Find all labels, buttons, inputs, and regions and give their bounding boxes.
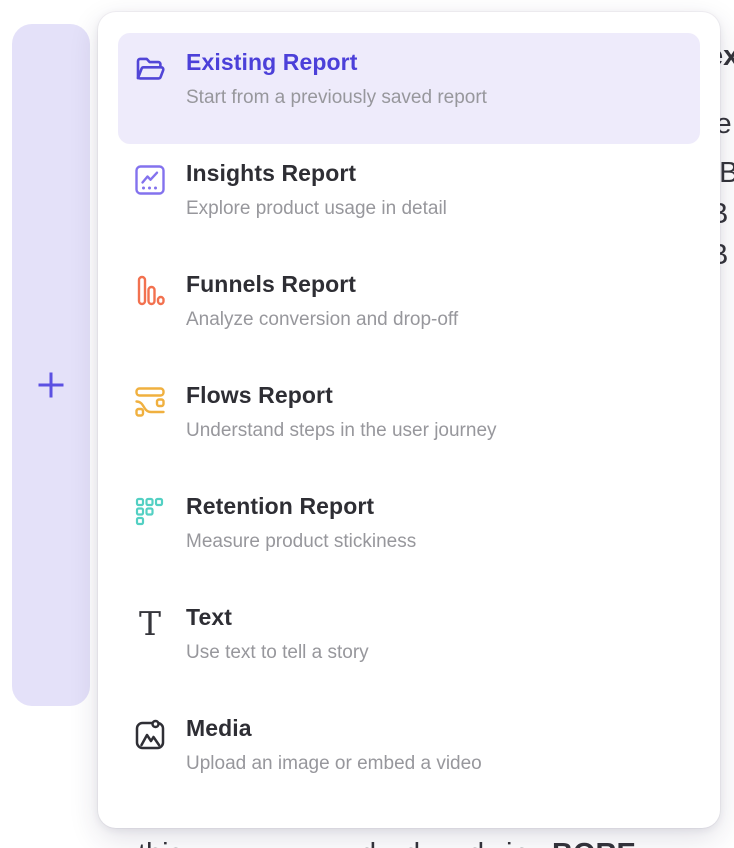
bg-text-fragment: d: [468, 838, 484, 848]
menu-item-funnels-report[interactable]: Funnels Report Analyze conversion and dr…: [118, 255, 700, 366]
menu-item-text: Funnels Report Analyze conversion and dr…: [186, 270, 458, 331]
menu-item-title: Media: [186, 714, 482, 742]
add-content-menu: Existing Report Start from a previously …: [98, 12, 720, 828]
menu-item-subtitle: Analyze conversion and drop-off: [186, 308, 458, 331]
text-icon: T: [132, 606, 168, 642]
menu-item-text: Media Upload an image or embed a video: [186, 714, 482, 775]
menu-item-text-block[interactable]: T Text Use text to tell a story: [118, 588, 700, 699]
media-image-icon: [132, 717, 168, 753]
menu-item-title: Retention Report: [186, 492, 416, 520]
menu-item-media[interactable]: Media Upload an image or embed a video: [118, 699, 700, 810]
bg-text-fragment: this: [138, 838, 183, 848]
menu-item-subtitle: Understand steps in the user journey: [186, 419, 497, 442]
menu-item-existing-report[interactable]: Existing Report Start from a previously …: [118, 33, 700, 144]
bg-text-fragment: d: [404, 838, 420, 848]
menu-item-flows-report[interactable]: Flows Report Understand steps in the use…: [118, 366, 700, 477]
menu-item-insights-report[interactable]: Insights Report Explore product usage in…: [118, 144, 700, 255]
menu-item-subtitle: Start from a previously saved report: [186, 86, 487, 109]
menu-item-retention-report[interactable]: Retention Report Measure product stickin…: [118, 477, 700, 588]
flows-icon: [132, 384, 168, 420]
menu-item-title: Funnels Report: [186, 270, 458, 298]
add-content-rail: [12, 24, 90, 706]
plus-icon: [33, 367, 69, 403]
menu-item-title: Existing Report: [186, 48, 487, 76]
menu-item-text: Insights Report Explore product usage in…: [186, 159, 447, 220]
menu-item-title: Flows Report: [186, 381, 497, 409]
menu-item-subtitle: Use text to tell a story: [186, 641, 369, 664]
menu-item-text: Text Use text to tell a story: [186, 603, 369, 664]
menu-item-title: Insights Report: [186, 159, 447, 187]
menu-item-text: Existing Report Start from a previously …: [186, 48, 487, 109]
bg-text-fragment: BORE: [552, 838, 636, 848]
bg-text-fragment: in: [506, 838, 529, 848]
menu-item-title: Text: [186, 603, 369, 631]
line-chart-icon: [132, 162, 168, 198]
add-card-button[interactable]: [31, 365, 71, 405]
menu-item-text: Retention Report Measure product stickin…: [186, 492, 416, 553]
funnel-bars-icon: [132, 273, 168, 309]
folder-open-icon: [132, 51, 168, 87]
menu-item-text: Flows Report Understand steps in the use…: [186, 381, 497, 442]
menu-item-subtitle: Measure product stickiness: [186, 530, 416, 553]
menu-item-subtitle: Upload an image or embed a video: [186, 752, 482, 775]
retention-grid-icon: [132, 495, 168, 531]
menu-item-subtitle: Explore product usage in detail: [186, 197, 447, 220]
bg-text-fragment: d: [360, 838, 376, 848]
